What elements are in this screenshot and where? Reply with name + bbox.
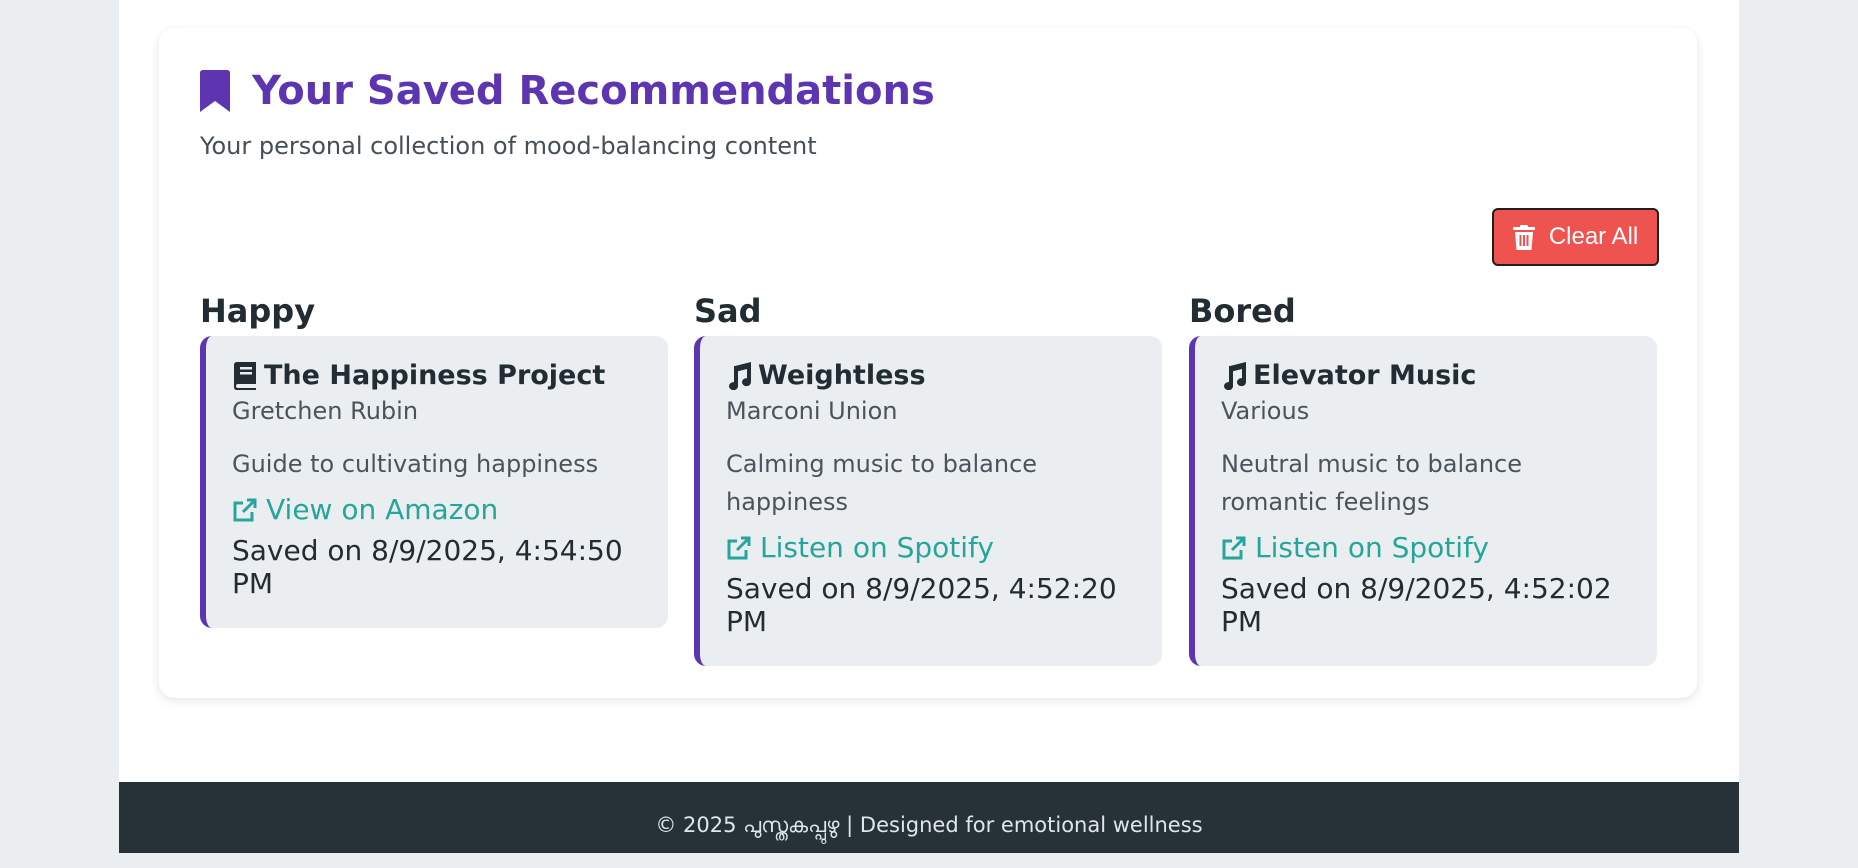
link-label: View on Amazon bbox=[266, 493, 499, 526]
trash-icon bbox=[1512, 224, 1535, 250]
music-icon bbox=[1224, 361, 1247, 390]
mood-heading: Bored bbox=[1189, 292, 1296, 330]
recommendation-card: Weightless Marconi Union Calming music t… bbox=[694, 336, 1162, 666]
page-subtitle: Your personal collection of mood-balanci… bbox=[200, 132, 817, 160]
mood-heading: Happy bbox=[200, 292, 316, 330]
card-author: Various bbox=[1221, 397, 1310, 425]
external-link[interactable]: Listen on Spotify bbox=[726, 531, 1136, 564]
bookmark-icon bbox=[200, 70, 230, 112]
external-link-icon bbox=[233, 498, 257, 521]
link-label: Listen on Spotify bbox=[1255, 531, 1489, 564]
footer: © 2025 പുസ്തകപ്പുഴു | Designed for emoti… bbox=[119, 782, 1739, 853]
page-title: Your Saved Recommendations bbox=[252, 68, 935, 114]
clear-all-button[interactable]: Clear All bbox=[1492, 208, 1659, 266]
card-title: Elevator Music bbox=[1253, 360, 1477, 391]
card-author: Marconi Union bbox=[726, 397, 898, 425]
saved-timestamp: Saved on 8/9/2025, 4:54:50 PM bbox=[232, 534, 623, 600]
card-description: Neutral music to balance romantic feelin… bbox=[1221, 450, 1523, 516]
mood-column-sad: Sad Weightless Marconi Union Calming mus… bbox=[694, 290, 1162, 666]
recommendation-card: The Happiness Project Gretchen Rubin Gui… bbox=[200, 336, 668, 628]
title-row: Your Saved Recommendations bbox=[200, 68, 935, 114]
mood-heading: Sad bbox=[694, 292, 762, 330]
external-link-icon bbox=[1222, 536, 1246, 559]
mood-column-bored: Bored Elevator Music Various Neutral mus… bbox=[1189, 290, 1657, 666]
card-header: Elevator Music bbox=[1221, 360, 1631, 391]
card-title: Weightless bbox=[758, 360, 926, 391]
saved-timestamp: Saved on 8/9/2025, 4:52:20 PM bbox=[726, 572, 1117, 638]
card-header: The Happiness Project bbox=[232, 360, 642, 391]
external-link[interactable]: Listen on Spotify bbox=[1221, 531, 1631, 564]
footer-text: © 2025 പുസ്തകപ്പുഴു | Designed for emoti… bbox=[655, 813, 1203, 837]
card-description: Guide to cultivating happiness bbox=[232, 450, 599, 478]
link-label: Listen on Spotify bbox=[760, 531, 994, 564]
card-title: The Happiness Project bbox=[264, 360, 606, 391]
card-header: Weightless bbox=[726, 360, 1136, 391]
external-link-icon bbox=[727, 536, 751, 559]
card-description: Calming music to balance happiness bbox=[726, 450, 1038, 516]
music-icon bbox=[729, 361, 752, 390]
book-icon bbox=[234, 361, 256, 390]
clear-all-label: Clear All bbox=[1548, 223, 1639, 250]
saved-panel: Your Saved Recommendations Your personal… bbox=[159, 28, 1697, 698]
saved-timestamp: Saved on 8/9/2025, 4:52:02 PM bbox=[1221, 572, 1612, 638]
recommendation-card: Elevator Music Various Neutral music to … bbox=[1189, 336, 1657, 666]
page: Your Saved Recommendations Your personal… bbox=[119, 0, 1739, 853]
card-author: Gretchen Rubin bbox=[232, 397, 419, 425]
mood-column-happy: Happy The Happiness Project Gretchen Rub… bbox=[200, 290, 668, 628]
external-link[interactable]: View on Amazon bbox=[232, 493, 642, 526]
